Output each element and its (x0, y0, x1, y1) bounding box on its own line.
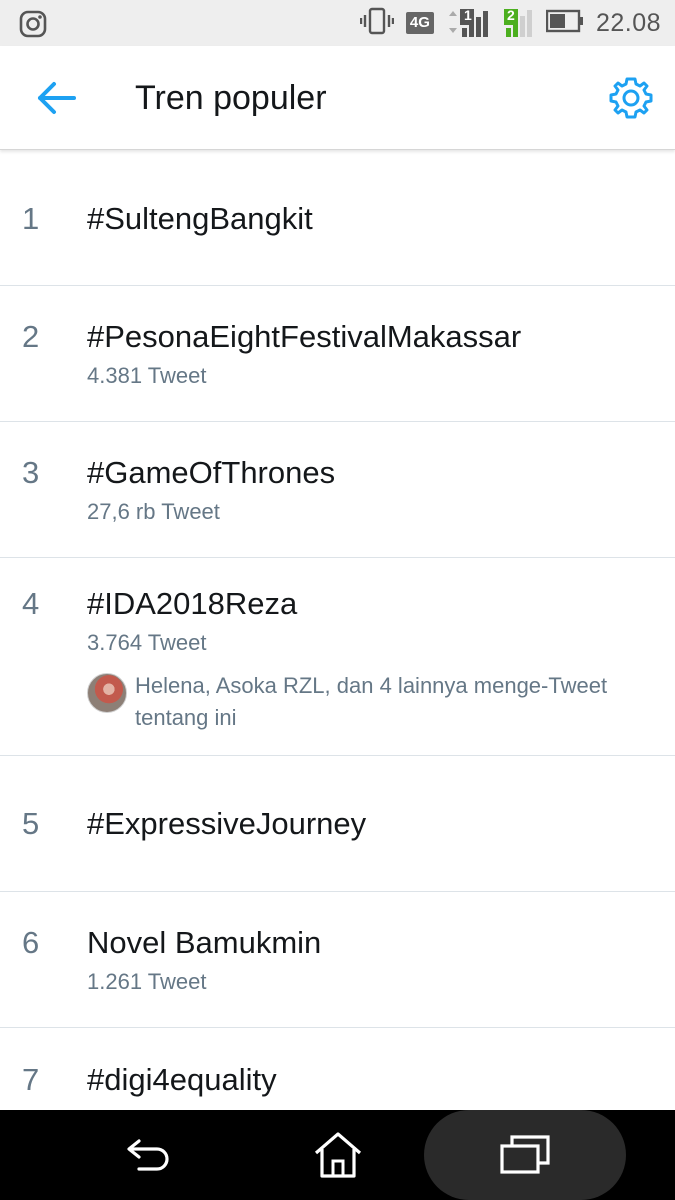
vibrate-icon (359, 7, 395, 40)
gear-icon (609, 77, 653, 119)
sim2-label: 2 (506, 7, 515, 23)
trend-rank: 1 (22, 201, 40, 236)
page-title: Tren populer (135, 79, 327, 117)
home-icon (314, 1132, 362, 1178)
clock: 22.08 (595, 8, 661, 37)
trend-tweet-count: 3.764 Tweet (87, 630, 207, 655)
screen: 4G 1 2 22.08 Tren populer 1 #SultengBang… (0, 0, 675, 1200)
nav-home-button[interactable] (283, 1110, 393, 1200)
trend-name: Novel Bamukmin (87, 925, 322, 960)
nav-recent-apps-button[interactable] (424, 1110, 626, 1200)
trend-name: #GameOfThrones (87, 455, 336, 490)
trend-name: #SultengBangkit (87, 201, 313, 236)
trend-name: #ExpressiveJourney (87, 806, 367, 841)
trend-item[interactable]: 3 #GameOfThrones 27,6 rb Tweet (0, 422, 675, 558)
arrow-left-icon (38, 82, 76, 114)
trend-rank: 4 (22, 586, 40, 621)
trend-name: #PesonaEightFestivalMakassar (87, 319, 522, 354)
nav-back-button[interactable] (95, 1110, 205, 1200)
settings-button[interactable] (607, 74, 655, 122)
back-button[interactable] (30, 76, 82, 120)
trend-rank: 7 (22, 1062, 40, 1097)
sim1-signal-icon: 1 (446, 6, 492, 40)
network-type-badge: 4G (405, 12, 434, 34)
trend-rank: 6 (22, 925, 40, 960)
instagram-icon (18, 9, 48, 39)
trend-item[interactable]: 2 #PesonaEightFestivalMakassar 4.381 Twe… (0, 286, 675, 422)
back-nav-icon (127, 1139, 169, 1171)
sim1-label: 1 (463, 7, 472, 23)
status-bar: 4G 1 2 22.08 (0, 0, 675, 46)
trend-rank: 5 (22, 806, 40, 841)
social-context-text: Helena, Asoka RZL, dan 4 lainnya menge-T… (135, 673, 608, 730)
trend-tweet-count: 1.261 Tweet (87, 969, 207, 994)
trend-item[interactable]: 7 #digi4equality (0, 1028, 675, 1111)
trend-list: 1 #SultengBangkit 2 #PesonaEightFestival… (0, 151, 675, 1111)
status-icons: 4G 1 2 22.08 (359, 0, 661, 46)
trend-name: #digi4equality (87, 1062, 277, 1097)
trend-item[interactable]: 1 #SultengBangkit (0, 151, 675, 286)
trend-name: #IDA2018Reza (87, 586, 298, 621)
trend-item[interactable]: 6 Novel Bamukmin 1.261 Tweet (0, 892, 675, 1028)
app-header: Tren populer (0, 46, 675, 150)
sim2-signal-icon: 2 (503, 6, 534, 40)
trend-item[interactable]: 4 #IDA2018Reza 3.764 Tweet Helena, Asoka… (0, 558, 675, 756)
navigation-bar (0, 1110, 675, 1200)
trend-tweet-count: 27,6 rb Tweet (87, 499, 220, 524)
trend-rank: 3 (22, 455, 40, 490)
battery-icon (545, 9, 584, 38)
recent-apps-icon (500, 1135, 550, 1174)
trend-rank: 2 (22, 319, 40, 354)
trend-item[interactable]: 5 #ExpressiveJourney (0, 756, 675, 892)
avatar (87, 673, 127, 713)
trend-tweet-count: 4.381 Tweet (87, 363, 207, 388)
